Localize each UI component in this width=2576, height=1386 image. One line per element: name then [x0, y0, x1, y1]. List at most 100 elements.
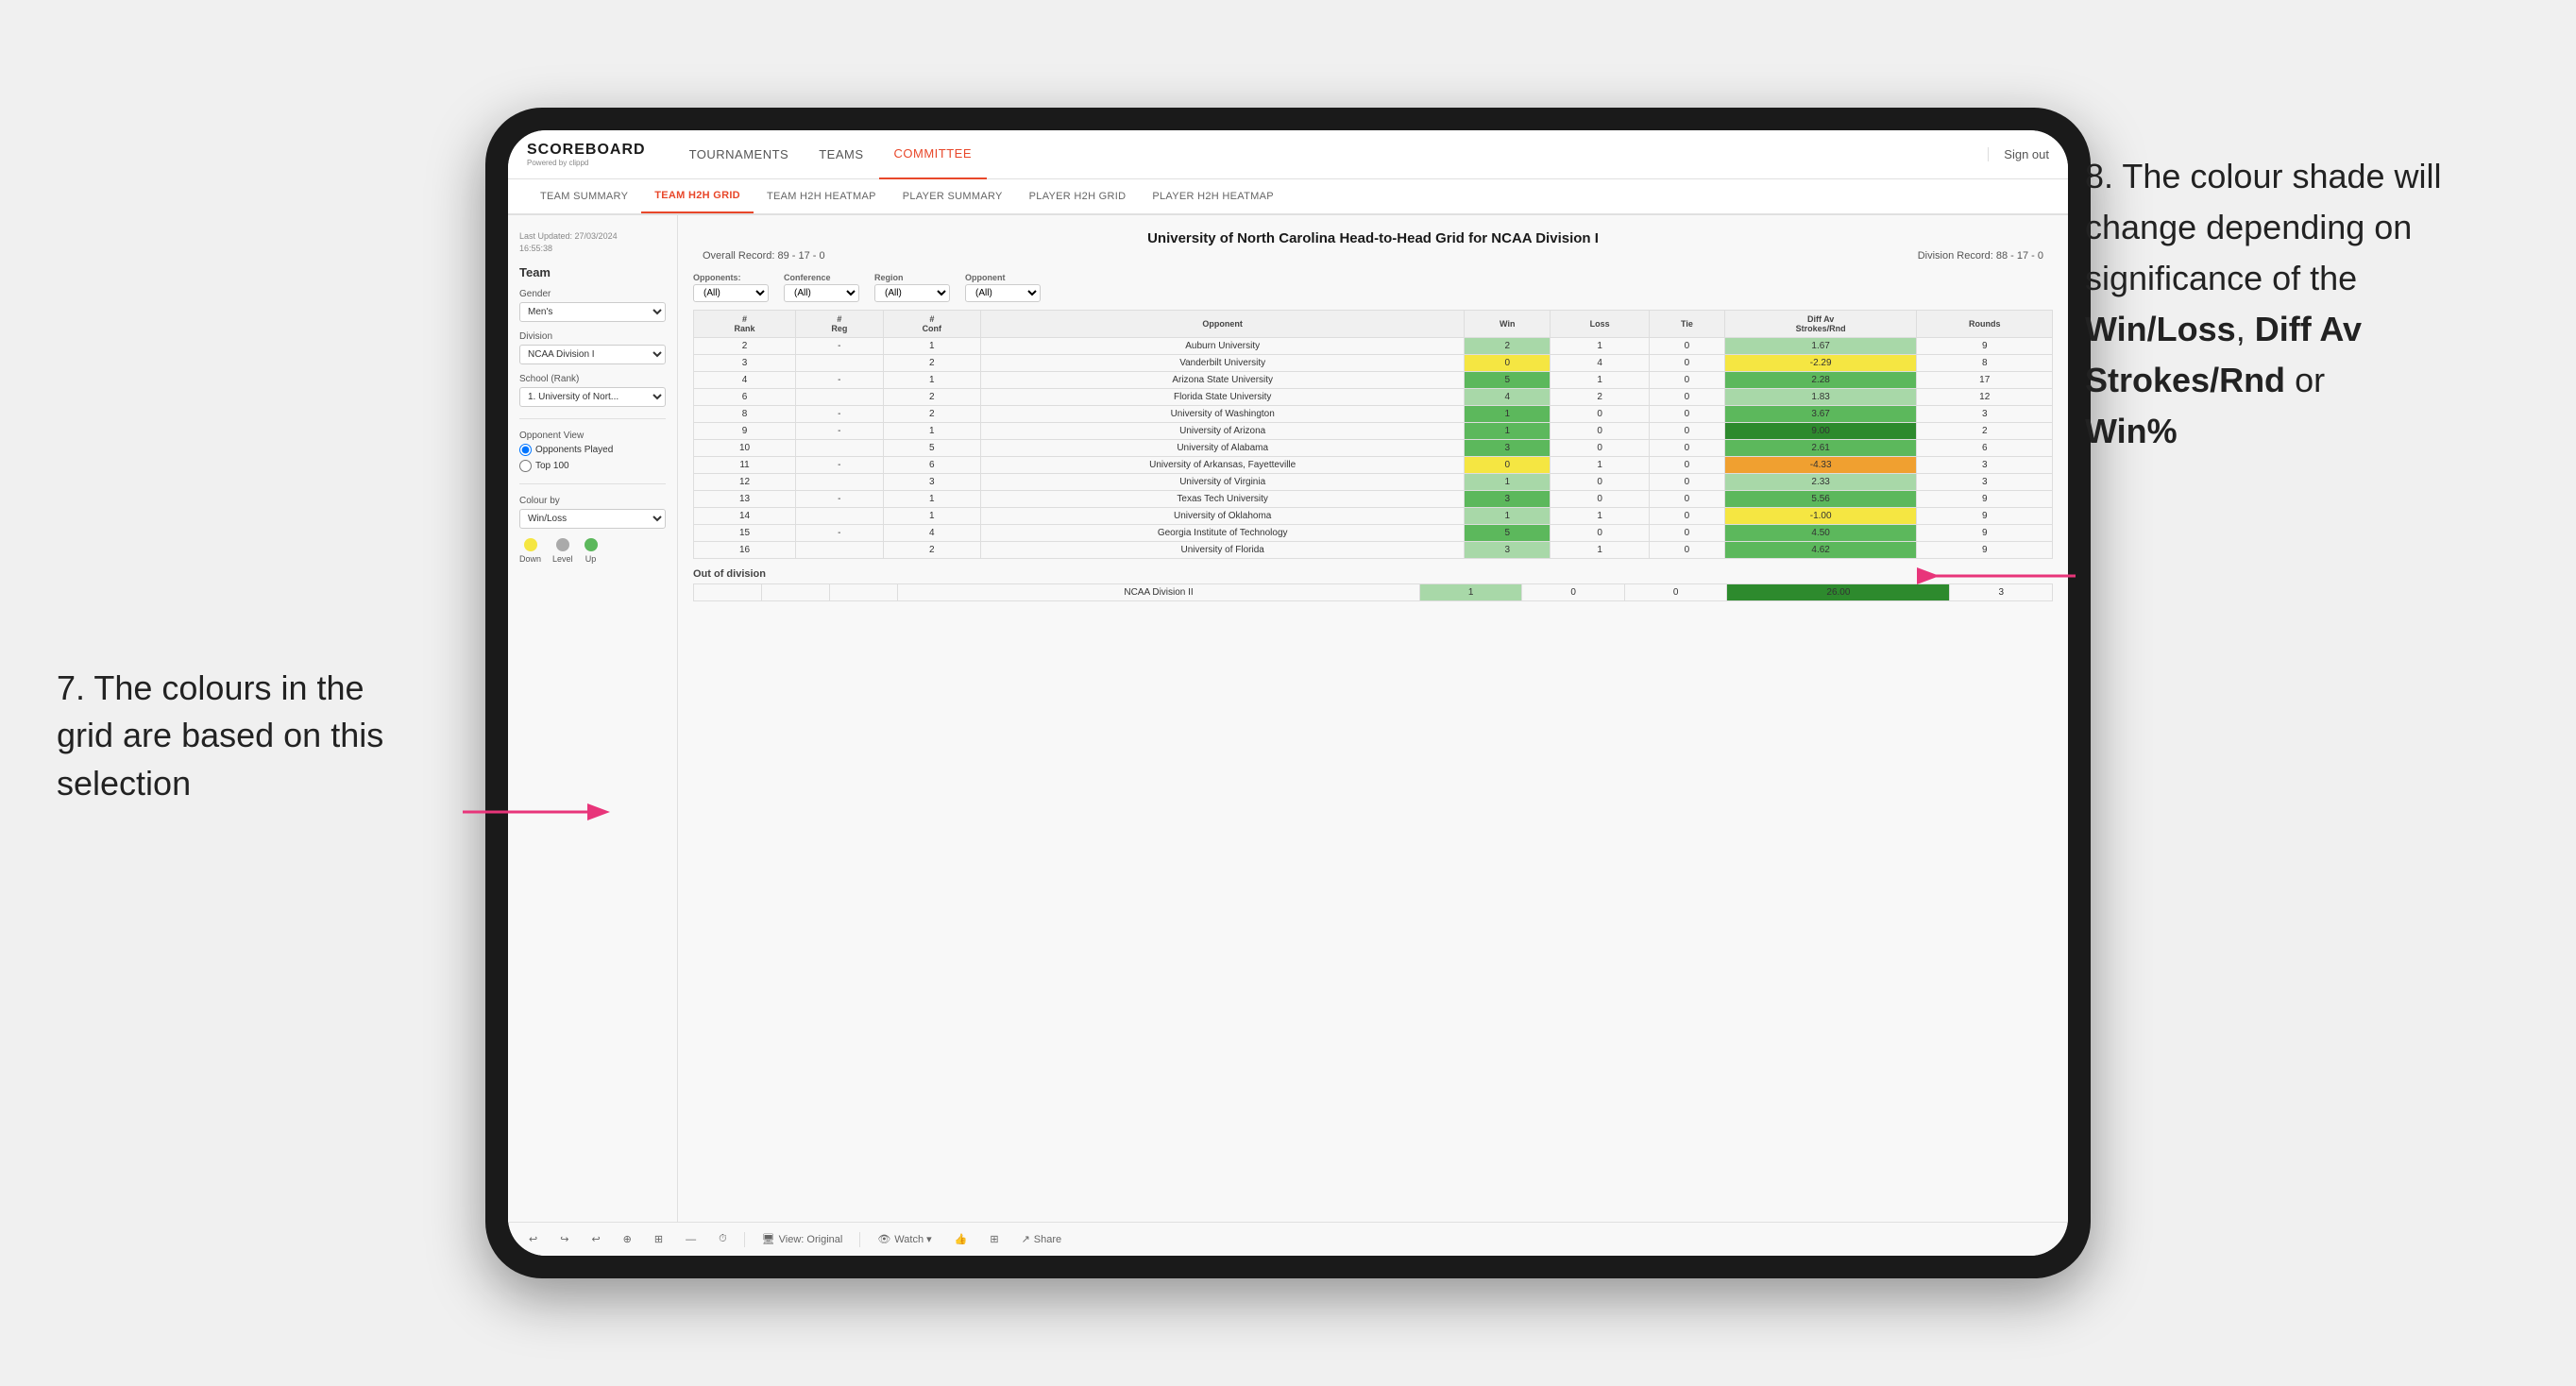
toolbar-back[interactable]: ↩	[585, 1231, 605, 1247]
table-cell-8-2: 3	[883, 474, 980, 491]
table-cell-9-6: 0	[1650, 491, 1725, 508]
filter-opponent-select[interactable]: (All)	[965, 284, 1041, 302]
toolbar-separator-1	[744, 1232, 745, 1247]
sidebar-school-select[interactable]: 1. University of Nort...	[519, 387, 666, 407]
sidebar-division-select[interactable]: NCAA Division I	[519, 345, 666, 364]
table-row: 13-1Texas Tech University3005.569	[694, 491, 2053, 508]
table-cell-12-0: 16	[694, 542, 796, 559]
nav-teams[interactable]: TEAMS	[804, 130, 878, 179]
annotation-right: 8. The colour shade will change dependin…	[2085, 151, 2519, 457]
sign-out-button[interactable]: Sign out	[1988, 147, 2049, 161]
table-cell-10-1	[796, 508, 884, 525]
ood-reg	[762, 584, 830, 601]
tab-team-h2h-grid[interactable]: TEAM H2H GRID	[641, 179, 754, 213]
toolbar-redo[interactable]: ↪	[554, 1231, 574, 1247]
sidebar-meta: Last Updated: 27/03/202416:55:38	[519, 230, 666, 254]
table-cell-11-1: -	[796, 525, 884, 542]
tablet-screen: SCOREBOARD Powered by clippd TOURNAMENTS…	[508, 130, 2068, 1256]
table-cell-10-8: 9	[1917, 508, 2053, 525]
table-cell-7-6: 0	[1650, 457, 1725, 474]
grid-title: University of North Carolina Head-to-Hea…	[693, 230, 2053, 246]
table-cell-9-2: 1	[883, 491, 980, 508]
table-cell-11-6: 0	[1650, 525, 1725, 542]
arrow-right-icon	[1877, 538, 2085, 614]
tab-player-h2h-heatmap[interactable]: PLAYER H2H HEATMAP	[1139, 179, 1286, 213]
col-tie: Tie	[1650, 311, 1725, 338]
toolbar-share[interactable]: ↗ Share	[1016, 1231, 1068, 1247]
tab-player-summary[interactable]: PLAYER SUMMARY	[890, 179, 1016, 213]
table-cell-2-6: 0	[1650, 372, 1725, 389]
filter-conference-select[interactable]: (All)	[784, 284, 859, 302]
table-cell-4-0: 8	[694, 406, 796, 423]
logo-sub: Powered by clippd	[527, 159, 646, 167]
table-cell-0-1: -	[796, 338, 884, 355]
toolbar-separator-2	[859, 1232, 860, 1247]
table-cell-7-4: 0	[1465, 457, 1551, 474]
nav-tournaments[interactable]: TOURNAMENTS	[674, 130, 805, 179]
table-cell-11-2: 4	[883, 525, 980, 542]
filter-conference: Conference (All)	[784, 273, 859, 302]
sidebar-division-label: Division	[519, 331, 666, 342]
table-cell-6-3: University of Alabama	[981, 440, 1465, 457]
tab-player-h2h-grid[interactable]: PLAYER H2H GRID	[1016, 179, 1140, 213]
arrow-left-icon	[453, 784, 642, 840]
table-cell-3-5: 2	[1551, 389, 1650, 406]
tab-team-h2h-heatmap[interactable]: TEAM H2H HEATMAP	[754, 179, 890, 213]
table-cell-8-8: 3	[1917, 474, 2053, 491]
out-of-division-label: Out of division	[693, 568, 2053, 580]
filter-opponents: Opponents: (All)	[693, 273, 769, 302]
ood-rank	[694, 584, 762, 601]
table-cell-2-2: 1	[883, 372, 980, 389]
table-cell-0-6: 0	[1650, 338, 1725, 355]
table-cell-12-4: 3	[1465, 542, 1551, 559]
radio-top100[interactable]: Top 100	[519, 460, 666, 472]
table-cell-4-1: -	[796, 406, 884, 423]
toolbar-copy[interactable]: ⊕	[618, 1231, 637, 1247]
table-cell-4-3: University of Washington	[981, 406, 1465, 423]
ood-win: 1	[1419, 584, 1522, 601]
table-cell-1-0: 3	[694, 355, 796, 372]
toolbar-clock[interactable]: ⏱	[713, 1231, 733, 1247]
table-cell-6-7: 2.61	[1724, 440, 1917, 457]
toolbar-undo[interactable]: ↩	[523, 1231, 543, 1247]
app-header: SCOREBOARD Powered by clippd TOURNAMENTS…	[508, 130, 2068, 179]
radio-opponents-played[interactable]: Opponents Played	[519, 444, 666, 456]
table-cell-8-3: University of Virginia	[981, 474, 1465, 491]
table-cell-7-7: -4.33	[1724, 457, 1917, 474]
table-header-row: #Rank #Reg #Conf Opponent Win Loss Tie D…	[694, 311, 2053, 338]
table-cell-1-4: 0	[1465, 355, 1551, 372]
toolbar-grid[interactable]: ⊞	[984, 1231, 1004, 1247]
table-cell-10-6: 0	[1650, 508, 1725, 525]
ood-division: NCAA Division II	[898, 584, 1420, 601]
sidebar-radio-group: Opponents Played Top 100	[519, 444, 666, 472]
table-cell-7-0: 11	[694, 457, 796, 474]
sidebar-colour-by-select[interactable]: Win/Loss Diff Av Strokes/Rnd Win%	[519, 509, 666, 529]
out-of-division-table: NCAA Division II 1 0 0 26.00 3	[693, 583, 2053, 601]
table-cell-4-7: 3.67	[1724, 406, 1917, 423]
tablet-frame: SCOREBOARD Powered by clippd TOURNAMENTS…	[485, 108, 2091, 1278]
tab-team-summary[interactable]: TEAM SUMMARY	[527, 179, 641, 213]
sidebar-gender-select[interactable]: Men's	[519, 302, 666, 322]
table-cell-2-7: 2.28	[1724, 372, 1917, 389]
toolbar-crop[interactable]: ⊞	[649, 1231, 669, 1247]
filter-opponents-select[interactable]: (All)	[693, 284, 769, 302]
table-row: 15-4Georgia Institute of Technology5004.…	[694, 525, 2053, 542]
table-cell-12-5: 1	[1551, 542, 1650, 559]
filter-region-select[interactable]: (All)	[874, 284, 950, 302]
col-win: Win	[1465, 311, 1551, 338]
nav-committee[interactable]: COMMITTEE	[879, 130, 988, 179]
toolbar-thumbsup[interactable]: 👍	[949, 1231, 974, 1247]
legend-level: Level	[552, 538, 573, 564]
toolbar-view[interactable]: 🖥 View: Original	[756, 1231, 849, 1247]
table-cell-0-3: Auburn University	[981, 338, 1465, 355]
toolbar-dash[interactable]: —	[680, 1232, 702, 1247]
table-row: 141University of Oklahoma110-1.009	[694, 508, 2053, 525]
table-cell-11-3: Georgia Institute of Technology	[981, 525, 1465, 542]
sidebar-gender-label: Gender	[519, 289, 666, 299]
toolbar-watch[interactable]: 👁 Watch ▾	[872, 1231, 937, 1247]
table-cell-9-7: 5.56	[1724, 491, 1917, 508]
table-cell-4-2: 2	[883, 406, 980, 423]
table-cell-9-4: 3	[1465, 491, 1551, 508]
table-cell-8-0: 12	[694, 474, 796, 491]
table-row: 11-6University of Arkansas, Fayetteville…	[694, 457, 2053, 474]
